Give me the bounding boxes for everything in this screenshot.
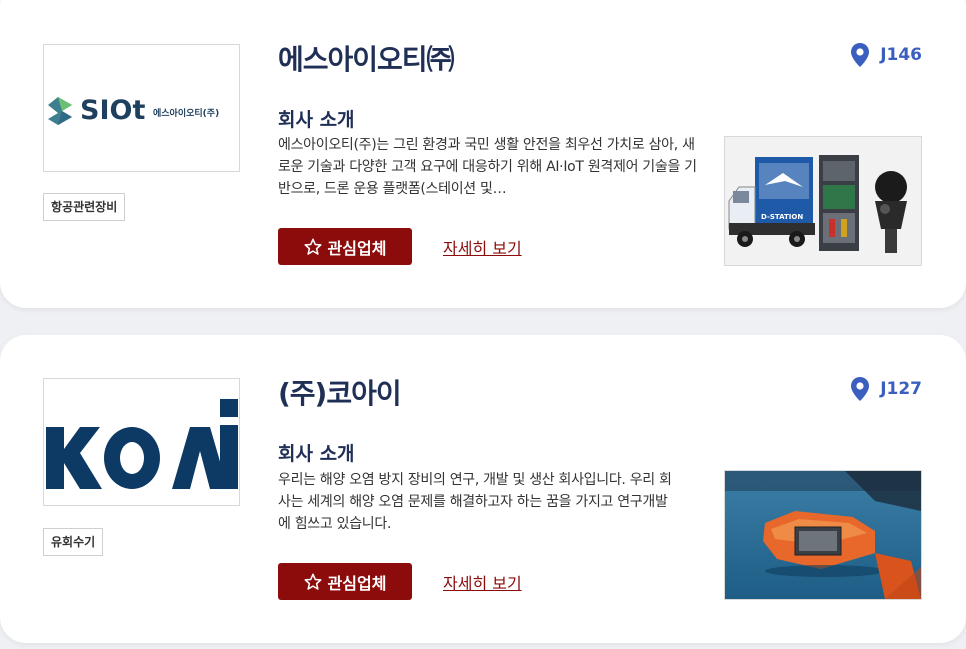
logo-wordmark: SIOt: [80, 95, 145, 126]
booth-location: J127: [850, 376, 922, 402]
star-outline-icon: [304, 573, 322, 590]
company-description: 우리는 해양 오염 방지 장비의 연구, 개발 및 생산 회사입니다. 우리 회…: [278, 472, 672, 532]
company-name[interactable]: 에스아이오티㈜: [278, 38, 455, 78]
category-tag: 유회수기: [43, 528, 104, 556]
favorite-label: 관심업체: [327, 238, 387, 258]
company-description: 에스아이오티(주)는 그린 환경과 국민 생활 안전을 최우선 가치로 삼아, …: [278, 137, 697, 197]
favorite-button[interactable]: 관심업체: [278, 228, 412, 265]
company-logo: [43, 378, 240, 506]
truck-label: D-STATION: [761, 213, 803, 221]
company-card: 유회수기 (주)코아이 J127 회사 소개 우리는 해양 오염 방지 장비의 …: [0, 335, 966, 643]
booth-number: J146: [880, 45, 922, 65]
category-tag: 항공관련장비: [43, 193, 126, 221]
company-logo: SIOt 에스아이오티(주): [43, 44, 240, 172]
view-details-link[interactable]: 자세히 보기: [443, 570, 522, 594]
company-card: SIOt 에스아이오티(주) 항공관련장비 에스아이오티㈜ J146 회사 소개…: [0, 0, 966, 308]
location-pin-icon: [851, 377, 870, 401]
product-image: D-STATION: [724, 136, 922, 266]
location-pin-icon: [851, 43, 870, 67]
view-details-link[interactable]: 자세히 보기: [443, 235, 522, 259]
company-name[interactable]: (주)코아이: [278, 372, 402, 412]
favorite-button[interactable]: 관심업체: [278, 563, 412, 600]
star-outline-icon: [304, 238, 322, 255]
booth-number: J127: [880, 379, 922, 399]
product-image: [724, 470, 922, 600]
intro-title: 회사 소개: [278, 443, 355, 465]
logo-subtext: 에스아이오티(주): [153, 107, 219, 119]
intro-title: 회사 소개: [278, 109, 355, 131]
booth-location: J146: [850, 42, 922, 68]
favorite-label: 관심업체: [327, 573, 387, 593]
